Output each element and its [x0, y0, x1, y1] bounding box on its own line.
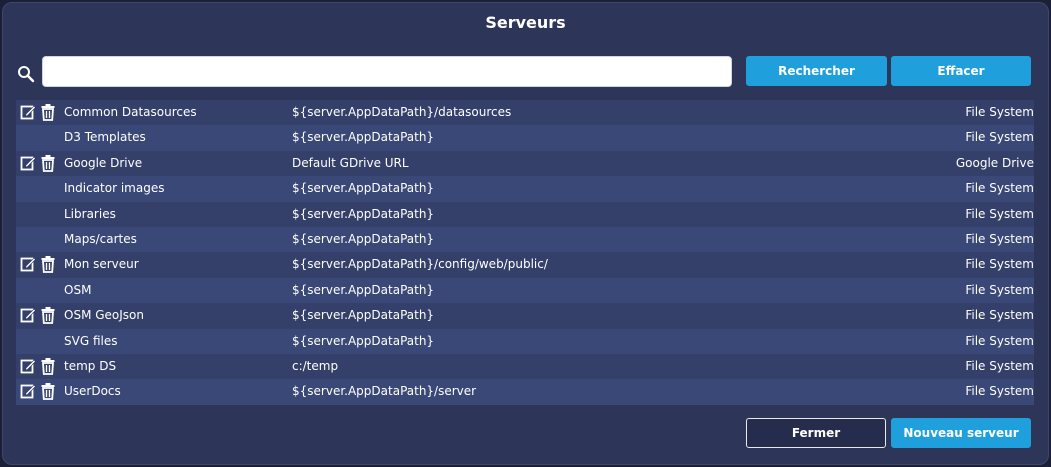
server-name: D3 Templates [64, 130, 146, 145]
clear-button[interactable]: Effacer [891, 56, 1031, 86]
server-path: ${server.AppDataPath} [292, 333, 435, 348]
server-path: ${server.AppDataPath} [292, 130, 435, 145]
row-actions [20, 103, 60, 121]
table-row[interactable]: OSM GeoJson ${server.AppDataPath} File Sys… [16, 303, 1034, 329]
search-input[interactable] [42, 56, 732, 87]
server-path: ${server.AppDataPath}/server [292, 384, 477, 399]
server-name: Indicator images [64, 181, 165, 196]
server-type: File System [965, 358, 1034, 373]
server-name: OSM GeoJson [64, 308, 144, 323]
trash-icon[interactable] [40, 357, 56, 375]
server-type: File System [965, 206, 1034, 221]
search-icon [17, 65, 35, 83]
server-path: ${server.AppDataPath}/config/web/public/ [292, 257, 548, 272]
server-type: Google Drive [955, 155, 1034, 170]
table-row[interactable]: temp DS c:/temp File System [16, 353, 1034, 380]
row-actions [20, 154, 60, 172]
edit-icon[interactable] [20, 357, 36, 375]
server-path: ${server.AppDataPath} [292, 282, 435, 297]
server-path: ${server.AppDataPath} [292, 206, 435, 221]
server-path: ${server.AppDataPath}/datasources [292, 105, 512, 119]
row-actions [20, 357, 60, 375]
servers-table: Common Datasources ${server.AppDataPath}/… [16, 100, 1034, 405]
table-row[interactable]: D3 Templates ${server.AppDataPath} File Sy… [16, 125, 1034, 151]
server-type: File System [965, 333, 1034, 348]
table-row[interactable]: SVG files ${server.AppDataPath} File Syste… [16, 328, 1034, 354]
server-name: OSM [64, 282, 92, 297]
edit-icon[interactable] [20, 306, 36, 324]
server-path: ${server.AppDataPath} [292, 181, 435, 196]
server-type: File System [965, 257, 1034, 272]
server-type: File System [965, 181, 1034, 196]
row-actions [20, 306, 60, 325]
server-name: temp DS [64, 358, 117, 373]
server-name: Libraries [64, 206, 116, 221]
row-actions [20, 255, 60, 274]
trash-icon[interactable] [40, 103, 56, 121]
trash-icon[interactable] [40, 306, 56, 325]
server-name: Mon serveur [64, 257, 139, 272]
server-path: c:/temp [292, 358, 339, 373]
server-type: File System [965, 130, 1034, 145]
server-type: File System [965, 282, 1034, 297]
table-row[interactable]: Libraries ${server.AppDataPath} File Syste… [16, 201, 1034, 227]
row-actions [20, 382, 60, 401]
server-name: UserDocs [64, 384, 121, 399]
edit-icon[interactable] [20, 103, 36, 121]
table-row[interactable]: Google Drive Default GDrive URL Google Dri… [16, 150, 1034, 177]
edit-icon[interactable] [20, 382, 36, 400]
server-name: Maps/cartes [64, 231, 137, 246]
table-row[interactable]: Mon serveur ${server.AppDataPath}/config/… [16, 252, 1034, 278]
server-path: Default GDrive URL [292, 155, 409, 170]
close-button[interactable]: Fermer [746, 418, 886, 448]
edit-icon[interactable] [20, 154, 36, 172]
server-type: File System [965, 231, 1034, 246]
trash-icon[interactable] [40, 255, 56, 274]
server-name: Google Drive [64, 155, 143, 170]
search-button[interactable]: Rechercher [746, 56, 887, 86]
servers-dialog: Serveurs Rechercher Effacer Common Datas… [2, 2, 1049, 465]
table-row[interactable]: Maps/cartes ${server.AppDataPath} File Sys… [16, 226, 1034, 253]
server-type: File System [965, 105, 1034, 119]
server-path: ${server.AppDataPath} [292, 308, 435, 323]
server-name: SVG files [64, 333, 118, 348]
new-server-button[interactable]: Nouveau serveur [891, 418, 1031, 448]
trash-icon[interactable] [40, 154, 56, 172]
edit-icon[interactable] [20, 255, 36, 273]
table-row[interactable]: Indicator images ${server.AppDataPath} Fil… [16, 176, 1034, 202]
dialog-title: Serveurs [485, 13, 566, 32]
table-row[interactable]: Common Datasources ${server.AppDataPath}/… [16, 100, 1034, 126]
server-path: ${server.AppDataPath} [292, 231, 435, 246]
server-type: File System [965, 308, 1034, 323]
trash-icon[interactable] [40, 382, 56, 401]
server-type: File System [965, 384, 1034, 399]
server-name: Common Datasources [64, 105, 197, 119]
table-row[interactable]: UserDocs ${server.AppDataPath}/server File… [16, 379, 1034, 405]
table-row[interactable]: OSM ${server.AppDataPath} File System [16, 277, 1034, 304]
